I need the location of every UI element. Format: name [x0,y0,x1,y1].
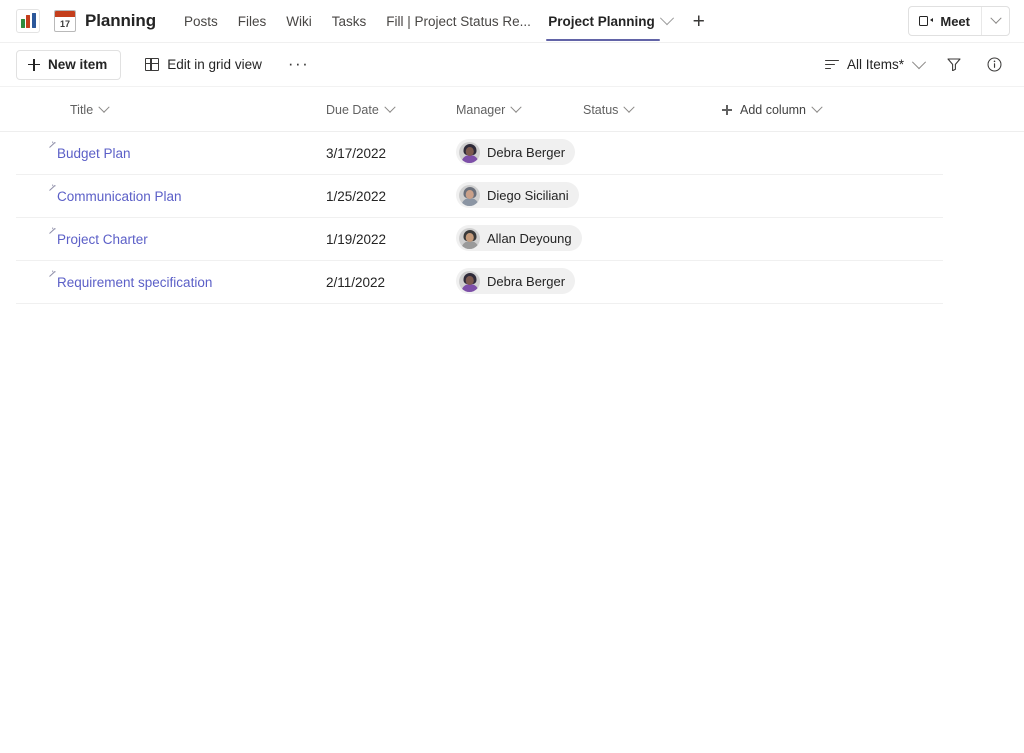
column-label: Manager [456,103,506,117]
column-header-title[interactable]: Title [70,101,326,117]
new-item-button[interactable]: New item [16,49,122,80]
list-view-icon [824,59,839,70]
tab-list: Posts Files Wiki Tasks Fill | Project St… [174,0,712,42]
avatar [459,184,480,206]
filter-icon [947,58,961,71]
chevron-down-icon [384,101,396,113]
table-row[interactable]: Budget Plan 3/17/2022 Debra Berger [0,132,1024,175]
chevron-down-icon [98,101,110,113]
title-cell: Requirement specification [49,270,326,290]
edit-in-grid-view-label: Edit in grid view [167,57,262,72]
chevron-down-icon[interactable] [659,11,674,26]
edit-in-grid-view-button[interactable]: Edit in grid view [137,50,270,80]
document-type-icon [49,141,56,148]
column-label: Status [583,103,619,117]
avatar [459,227,480,249]
tab-label: Wiki [286,13,312,29]
tab-label: Files [237,13,267,29]
chevron-down-icon [811,101,823,113]
plus-icon [28,58,40,71]
calendar-day: 17 [59,18,70,29]
manager-chip[interactable]: Diego Siciliani [456,182,579,209]
team-tab-bar: 17 Planning Posts Files Wiki Tasks Fill … [0,0,1024,43]
chevron-down-icon [911,54,927,69]
avatar [459,270,480,292]
meet-dropdown-button[interactable] [981,7,1009,35]
due-date-value: 1/19/2022 [326,231,387,247]
more-commands-button[interactable]: ··· [280,50,317,80]
document-type-icon [49,270,56,277]
new-item-label: New item [48,57,108,72]
calendar-icon: 17 [54,10,76,32]
information-button[interactable] [978,50,1010,80]
manager-name: Debra Berger [487,273,566,289]
column-header-manager[interactable]: Manager [456,101,583,117]
tab-bar-right: Meet [908,6,1010,36]
meet-label: Meet [940,13,970,29]
column-header-due-date[interactable]: Due Date [326,101,456,117]
manager-chip[interactable]: Debra Berger [456,268,576,295]
title-cell: Communication Plan [49,184,326,204]
plus-icon [722,105,732,115]
tab-files[interactable]: Files [228,0,277,42]
due-date-value: 3/17/2022 [326,145,387,161]
view-selector[interactable]: All Items* [819,50,930,80]
tab-posts[interactable]: Posts [174,0,228,42]
table-row[interactable]: Project Charter 1/19/2022 Allan Deyoung [0,218,1024,261]
bar-chart-icon [16,9,40,33]
document-title-link[interactable]: Budget Plan [57,146,131,161]
command-bar-right: All Items* [819,50,1010,80]
chevron-down-icon [623,101,636,113]
column-label: Due Date [326,103,379,117]
document-title-link[interactable]: Project Charter [57,232,148,247]
tab-label: Tasks [331,13,367,29]
due-date-value: 2/11/2022 [326,274,386,290]
column-label: Title [70,103,94,117]
column-headers: Title Due Date Manager Status Add column [0,87,1024,132]
view-label: All Items* [846,57,904,72]
filter-button[interactable] [938,50,970,80]
manager-name: Debra Berger [487,144,566,160]
document-title-link[interactable]: Communication Plan [57,189,182,204]
column-header-status[interactable]: Status [583,101,722,117]
command-bar: New item Edit in grid view ··· All Items… [0,43,1024,87]
tab-tasks[interactable]: Tasks [322,0,377,42]
tab-wiki[interactable]: Wiki [276,0,322,42]
document-title-link[interactable]: Requirement specification [57,275,212,290]
meet-button[interactable]: Meet [909,7,981,35]
grid-icon [145,58,160,71]
meet-split-button: Meet [908,6,1010,36]
tab-project-planning[interactable]: Project Planning [538,0,678,42]
manager-name: Diego Siciliani [487,187,569,203]
chevron-down-icon [510,101,523,113]
avatar [459,141,480,163]
table-row[interactable]: Requirement specification 2/11/2022 Debr… [0,261,1024,304]
document-type-icon [49,184,56,191]
title-cell: Budget Plan [49,141,326,161]
camera-icon [919,16,934,26]
tab-label: Fill | Project Status Re... [386,13,531,29]
tab-fill-project-status-report[interactable]: Fill | Project Status Re... [376,0,538,42]
document-type-icon [49,227,56,234]
manager-chip[interactable]: Allan Deyoung [456,225,582,252]
add-tab-button[interactable]: + [686,8,712,34]
title-cell: Project Charter [49,227,326,247]
manager-chip[interactable]: Debra Berger [456,139,576,166]
table-row[interactable]: Communication Plan 1/25/2022 Diego Sicil… [0,175,1024,218]
tab-label: Project Planning [548,13,655,29]
add-column-button[interactable]: Add column [722,101,1024,117]
tab-label: Posts [183,13,218,29]
due-date-value: 1/25/2022 [326,188,387,204]
documents-list: Title Due Date Manager Status Add column… [0,87,1024,304]
manager-name: Allan Deyoung [487,230,572,246]
page-title: Planning [85,11,156,30]
chevron-down-icon [989,12,1002,24]
info-icon [987,57,1001,72]
column-label: Add column [740,103,807,117]
